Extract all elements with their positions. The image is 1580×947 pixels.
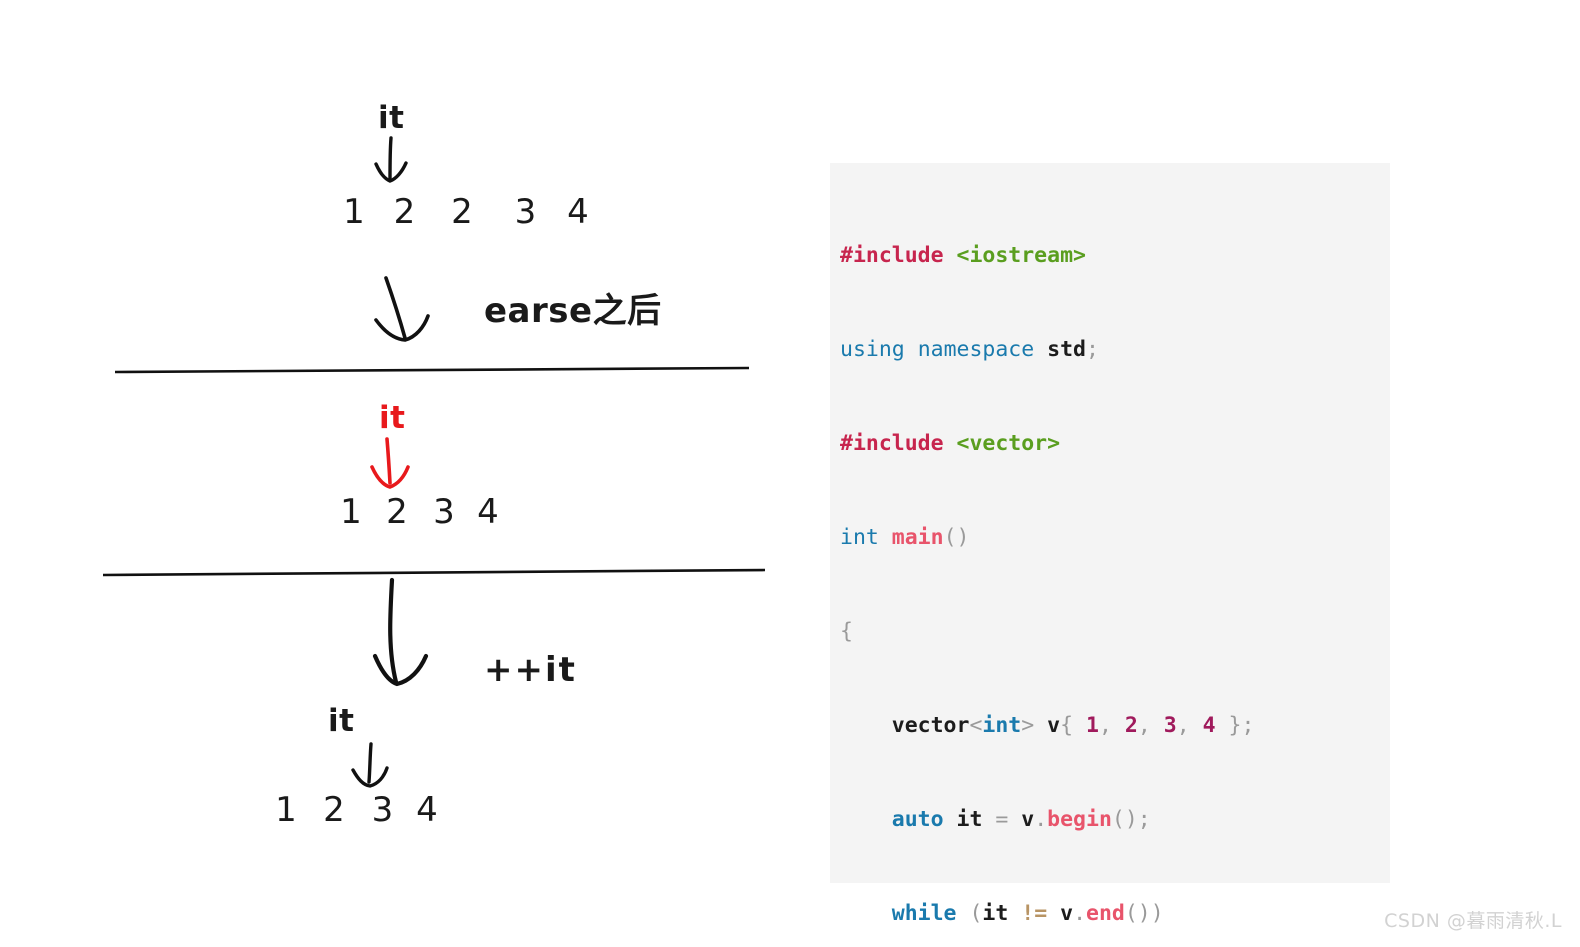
- code-panel: #include <iostream> using namespace std;…: [830, 163, 1390, 926]
- code-line: vector<int> v{ 1, 2, 3, 4 };: [891, 713, 1255, 738]
- value-cell: 1: [343, 192, 365, 232]
- value-cell: 4: [567, 192, 589, 232]
- value-cell: 3: [514, 192, 537, 232]
- code-line: auto it = v.begin();: [891, 807, 1151, 832]
- code-line: while (it != v.end()): [891, 901, 1164, 926]
- value-cell: 4: [477, 492, 499, 532]
- transition-label-erase: earse之后: [484, 291, 662, 331]
- iterator-label-after-increment: it: [328, 703, 355, 739]
- iterator-label-after-erase: it: [379, 400, 406, 436]
- transition-label-increment: ++it: [484, 650, 577, 690]
- value-cell: 1: [275, 790, 297, 830]
- value-cell: 2: [451, 192, 473, 232]
- arrow-down-icon-before-erase: [374, 136, 408, 183]
- arrow-down-icon-after-increment: [351, 742, 389, 788]
- value-cell: 2: [386, 492, 408, 532]
- code-line: {: [840, 619, 853, 644]
- iterator-label-before-erase: it: [378, 100, 405, 136]
- cpp-code-listing: #include <iostream> using namespace std;…: [840, 185, 1390, 947]
- section-divider-2: [102, 568, 766, 577]
- code-line: #include <iostream>: [840, 243, 1086, 268]
- screenshot-root: it 1 2 2 3 4 earse之后 it 1 2 3 4 ++it it …: [0, 0, 1580, 947]
- erase-iterator-diagram: it 1 2 2 3 4 earse之后 it 1 2 3 4 ++it it …: [0, 0, 800, 947]
- value-cell: 4: [416, 790, 438, 830]
- code-line: using namespace std;: [840, 337, 1099, 362]
- code-line: int main(): [840, 525, 970, 550]
- arrow-down-icon-erase-transition: [374, 276, 430, 342]
- arrow-down-icon-after-erase: [370, 437, 410, 489]
- value-row-after-erase: 1 2 3 4: [328, 492, 508, 532]
- value-row-after-increment: 1 2 3 4: [262, 790, 447, 830]
- code-line: #include <vector>: [840, 431, 1061, 456]
- value-cell: 1: [340, 492, 362, 532]
- value-cell: 3: [371, 790, 394, 830]
- csdn-watermark: CSDN @暮雨清秋.L: [1384, 910, 1562, 932]
- value-cell: 3: [433, 492, 455, 532]
- arrow-down-icon-increment-transition: [372, 577, 429, 687]
- section-divider-1: [114, 366, 750, 374]
- value-cell: 2: [323, 790, 345, 830]
- value-cell: 2: [393, 192, 416, 232]
- value-row-before-erase: 1 2 2 3 4: [330, 192, 598, 232]
